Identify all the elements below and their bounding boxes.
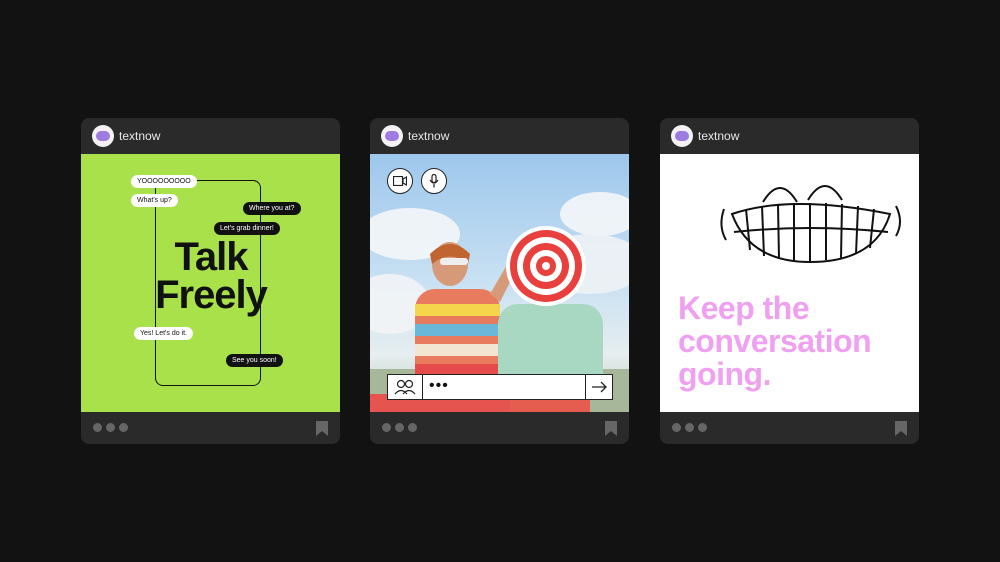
headline-line: Talk bbox=[174, 235, 248, 279]
post-footer bbox=[660, 412, 919, 444]
brand-name[interactable]: textnow bbox=[698, 129, 739, 143]
post-image: YOOOOOOOOO What's up? Where you at? Let'… bbox=[81, 154, 340, 412]
headline-line: going. bbox=[678, 356, 771, 392]
video-camera-icon[interactable] bbox=[387, 168, 413, 194]
post-header: textnow bbox=[660, 118, 919, 154]
headline-line: Keep the bbox=[678, 290, 810, 326]
bookmark-icon[interactable] bbox=[316, 421, 328, 436]
more-dots-icon[interactable] bbox=[382, 423, 417, 432]
headline-line: conversation bbox=[678, 323, 872, 359]
textnow-logo-icon[interactable] bbox=[671, 125, 693, 147]
bookmark-icon[interactable] bbox=[895, 421, 907, 436]
users-icon[interactable] bbox=[388, 375, 423, 399]
headline: Keep the conversation going. bbox=[678, 292, 908, 391]
chat-bubble: Where you at? bbox=[243, 202, 301, 215]
textnow-logo-icon[interactable] bbox=[92, 125, 114, 147]
brand-name[interactable]: textnow bbox=[119, 129, 160, 143]
post-footer bbox=[81, 412, 340, 444]
post-card-talk-freely: textnow YOOOOOOOOO What's up? Where you … bbox=[81, 118, 340, 444]
post-image: Keep the conversation going. bbox=[660, 154, 919, 412]
chat-bubble: What's up? bbox=[131, 194, 178, 207]
chat-bubble: See you soon! bbox=[226, 354, 283, 367]
microphone-icon[interactable] bbox=[421, 168, 447, 194]
post-image: ••• bbox=[370, 154, 629, 412]
message-input-bar: ••• bbox=[387, 374, 613, 400]
bookmark-icon[interactable] bbox=[605, 421, 617, 436]
send-arrow-icon[interactable] bbox=[585, 375, 612, 399]
smile-illustration bbox=[720, 185, 901, 264]
post-card-keep-going: textnow Keep the conversation going. bbox=[660, 118, 919, 444]
chat-bubble: YOOOOOOOOO bbox=[131, 175, 197, 188]
headline-line: Freely bbox=[155, 273, 268, 317]
post-header: textnow bbox=[370, 118, 629, 154]
chat-bubble: Let's grab dinner! bbox=[214, 222, 280, 235]
textnow-logo-icon[interactable] bbox=[381, 125, 403, 147]
headline: Talk Freely bbox=[151, 235, 271, 317]
brand-name[interactable]: textnow bbox=[408, 129, 449, 143]
more-dots-icon[interactable] bbox=[672, 423, 707, 432]
post-header: textnow bbox=[81, 118, 340, 154]
more-dots-icon[interactable] bbox=[93, 423, 128, 432]
post-footer bbox=[370, 412, 629, 444]
post-card-photo: textnow ••• bbox=[370, 118, 629, 444]
chat-bubble: Yes! Let's do it. bbox=[134, 327, 193, 340]
message-input[interactable]: ••• bbox=[423, 375, 585, 399]
